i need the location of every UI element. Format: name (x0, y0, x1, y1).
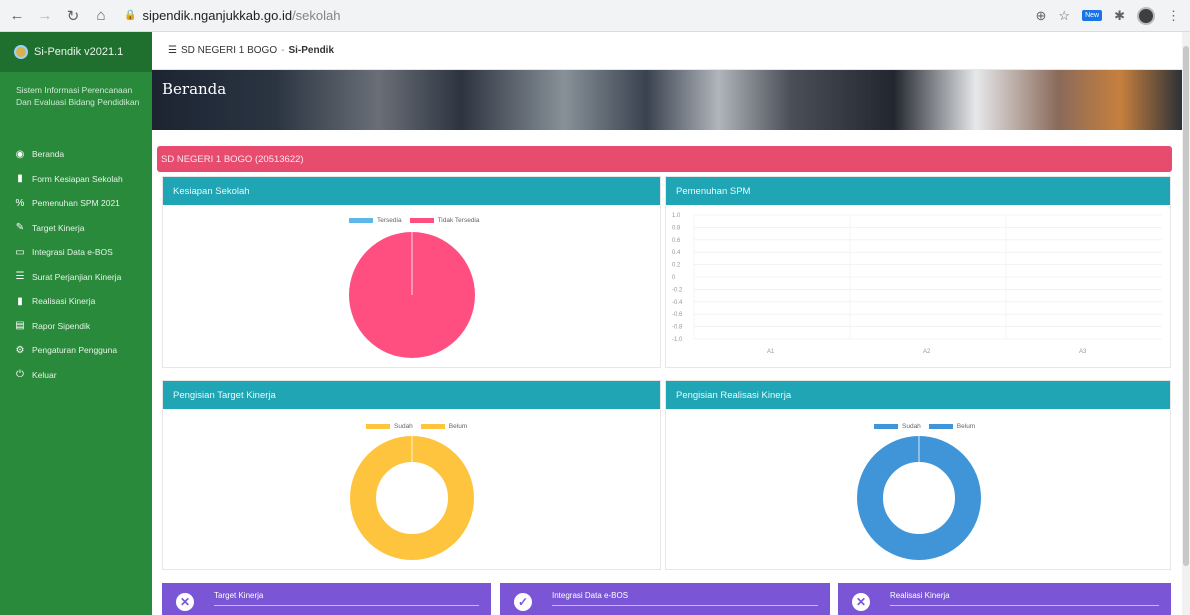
document-icon: ▮ (17, 173, 23, 185)
monitor-icon: ▭ (15, 246, 25, 258)
profile-avatar[interactable] (1137, 6, 1155, 25)
sidebar-item-surat-perjanjian[interactable]: ☰ Surat Perjanjian Kinerja (0, 265, 152, 290)
sidebar-item-keluar[interactable]: ⏻ Keluar (0, 363, 152, 388)
sidebar-item-pemenuhan-spm[interactable]: % Pemenuhan SPM 2021 (0, 191, 152, 216)
stat-divider (890, 605, 1159, 606)
sidebar-item-label: Target Kinerja (32, 222, 85, 233)
extensions-puzzle-icon[interactable]: ✱ (1114, 8, 1125, 24)
sidebar-item-beranda[interactable]: ◉ Beranda (0, 142, 152, 167)
card-pengisian-realisasi: Pengisian Realisasi Kinerja Sudah Belum (665, 380, 1171, 570)
zoom-icon[interactable]: ⊕ (1036, 8, 1047, 24)
sidebar: Si-Pendik v2021.1 Sistem Informasi Peren… (0, 32, 152, 615)
lock-icon: 🔒 (124, 10, 137, 21)
topbar-separator: - (281, 45, 285, 56)
sidebar-item-integrasi-bos[interactable]: ▭ Integrasi Data e-BOS (0, 240, 152, 265)
more-menu-icon[interactable]: ⋮ (1167, 8, 1180, 24)
file-icon: ▮ (17, 295, 23, 307)
target-donut-chart (350, 436, 474, 560)
check-circle-icon: ✓ (514, 593, 532, 611)
sidebar-item-label: Keluar (32, 369, 57, 380)
stat-card-integrasi-bos[interactable]: ✓ Integrasi Data e-BOS (500, 583, 830, 615)
sidebar-tagline: Sistem Informasi Perencanaan Dan Evaluas… (16, 85, 140, 107)
y-tick-label: 0.4 (672, 250, 681, 256)
y-tick-label: 0.8 (672, 225, 681, 231)
list-icon: ☰ (15, 271, 25, 283)
sidebar-menu: ◉ Beranda ▮ Form Kesiapan Sekolah % Pemenuh… (0, 142, 152, 387)
card-kesiapan-sekolah: Kesiapan Sekolah Tersedia Tidak Tersedia (162, 176, 661, 368)
spm-bar-chart: 1.0 0.8 0.6 0.4 0.2 0 -0.2 -0.4 -0.6 -0.8 -1.0 A1 A2… (672, 213, 1162, 355)
extension-new-badge[interactable]: New (1082, 10, 1103, 21)
kesiapan-pie-chart (349, 232, 475, 358)
brand-logo-icon (14, 45, 28, 59)
times-circle-icon: ✕ (852, 593, 870, 611)
topbar-app-name: Si-Pendik (288, 45, 335, 56)
stat-title: Target Kinerja (214, 591, 264, 600)
power-icon: ⏻ (16, 369, 24, 381)
x-tick-label: A3 (1079, 349, 1087, 355)
hamburger-icon[interactable]: ☰ (168, 45, 177, 56)
forward-icon[interactable]: → (34, 5, 56, 27)
sidebar-item-label: Integrasi Data e-BOS (32, 247, 113, 258)
dashboard-icon: ◉ (15, 148, 25, 160)
address-bar[interactable]: 🔒 sipendik.nganjukkab.go.id /sekolah (120, 4, 950, 28)
url-host: sipendik.nganjukkab.go.id (142, 8, 293, 23)
x-tick-label: A1 (767, 349, 775, 355)
y-tick-label: 0.2 (672, 263, 681, 269)
sidebar-item-label: Surat Perjanjian Kinerja (32, 271, 122, 282)
y-tick-label: 0.6 (672, 238, 681, 244)
home-icon[interactable]: ⌂ (90, 5, 112, 27)
y-tick-label: -0.6 (672, 312, 683, 318)
sidebar-item-label: Realisasi Kinerja (32, 296, 96, 307)
stat-card-target-kinerja[interactable]: ✕ Target Kinerja (162, 583, 491, 615)
sidebar-item-target-kinerja[interactable]: ✎ Target Kinerja (0, 216, 152, 241)
sidebar-item-label: Pengaturan Pengguna (32, 345, 118, 356)
card-pemenuhan-spm: Pemenuhan SPM 1.0 0.8 0.6 0.4 0.2 0 -0.2 -0.4 -0… (665, 176, 1171, 368)
sidebar-item-label: Pemenuhan SPM 2021 (32, 198, 120, 209)
gears-icon: ⚙ (15, 344, 25, 356)
y-tick-label: -0.2 (672, 287, 683, 293)
sidebar-item-label: Rapor Sipendik (32, 320, 91, 331)
url-path: /sekolah (292, 8, 341, 23)
bookmark-star-icon[interactable]: ☆ (1058, 8, 1070, 24)
back-icon[interactable]: ← (6, 5, 28, 27)
stat-divider (214, 605, 479, 606)
sidebar-brand[interactable]: Si-Pendik v2021.1 (0, 32, 152, 72)
report-icon: ▤ (15, 320, 25, 332)
card-pengisian-target: Pengisian Target Kinerja Sudah Belum (162, 380, 661, 570)
topbar-school: SD NEGERI 1 BOGO (180, 45, 278, 56)
times-circle-icon: ✕ (176, 593, 194, 611)
sidebar-item-form-kesiapan[interactable]: ▮ Form Kesiapan Sekolah (0, 167, 152, 192)
pie-slice-belum[interactable] (350, 436, 474, 560)
sidebar-item-label: Beranda (32, 149, 65, 160)
realisasi-donut-chart (857, 436, 981, 560)
y-tick-label: -1.0 (672, 337, 683, 343)
stat-title: Realisasi Kinerja (890, 591, 950, 600)
pie-slice-belum[interactable] (857, 436, 981, 560)
percent-icon: % (15, 197, 25, 209)
browser-toolbar: ← → ↻ ⌂ 🔒 sipendik.nganjukkab.go.id /sek… (0, 0, 1190, 32)
brand-title: Si-Pendik v2021.1 (34, 46, 124, 58)
stat-title: Integrasi Data e-BOS (552, 591, 629, 600)
sidebar-item-rapor[interactable]: ▤ Rapor Sipendik (0, 314, 152, 339)
y-tick-label: 1.0 (672, 213, 681, 219)
edit-icon: ✎ (15, 222, 25, 234)
sidebar-item-realisasi-kinerja[interactable]: ▮ Realisasi Kinerja (0, 289, 152, 314)
stat-card-realisasi-kinerja[interactable]: ✕ Realisasi Kinerja (838, 583, 1171, 615)
x-tick-label: A2 (923, 349, 931, 355)
school-bar: SD NEGERI 1 BOGO (20513622) (157, 146, 1172, 172)
sidebar-item-pengaturan[interactable]: ⚙ Pengaturan Pengguna (0, 338, 152, 363)
stat-divider (552, 605, 818, 606)
page-banner: Beranda (152, 70, 1182, 130)
y-tick-label: -0.8 (672, 325, 683, 331)
y-tick-label: -0.4 (672, 300, 683, 306)
sidebar-item-label: Form Kesiapan Sekolah (32, 173, 123, 184)
y-tick-label: 0 (672, 275, 676, 281)
reload-icon[interactable]: ↻ (62, 5, 84, 27)
topbar: ☰ SD NEGERI 1 BOGO - Si-Pendik (152, 32, 1182, 70)
page-title: Beranda (162, 80, 227, 98)
scrollbar-thumb[interactable] (1183, 46, 1189, 566)
